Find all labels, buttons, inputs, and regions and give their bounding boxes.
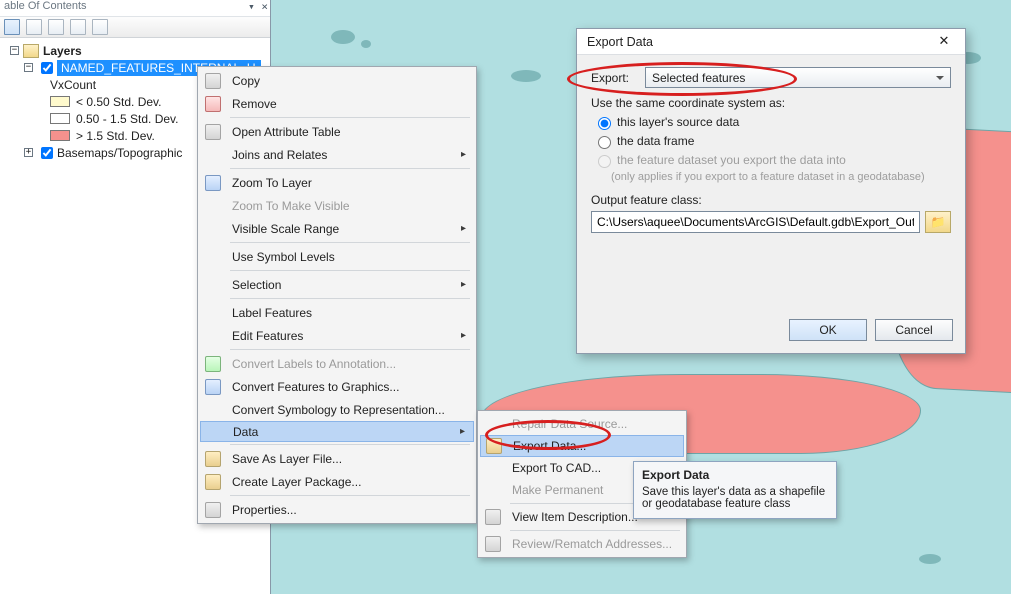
ctx-joins-relates[interactable]: Joins and Relates bbox=[200, 143, 474, 166]
class-swatch bbox=[50, 130, 70, 141]
toc-toolbar bbox=[0, 16, 270, 38]
output-path-input[interactable] bbox=[591, 211, 920, 233]
remove-icon bbox=[205, 96, 221, 112]
sub-export-data[interactable]: Export Data... bbox=[480, 435, 684, 457]
convert-features-icon bbox=[205, 379, 221, 395]
copy-icon bbox=[205, 73, 221, 89]
ctx-open-attribute-table[interactable]: Open Attribute Table bbox=[200, 120, 474, 143]
export-data-tooltip: Export Data Save this layer's data as a … bbox=[633, 461, 837, 519]
ctx-use-symbol-levels[interactable]: Use Symbol Levels bbox=[200, 245, 474, 268]
layer-visible-checkbox[interactable] bbox=[41, 147, 53, 159]
sub-repair-data-source: Repair Data Source... bbox=[480, 413, 684, 435]
export-data-dialog: Export Data ✕ Export: Selected features … bbox=[576, 28, 966, 354]
class-swatch bbox=[50, 96, 70, 107]
layer-context-menu[interactable]: Copy Remove Open Attribute Table Joins a… bbox=[197, 66, 477, 524]
field-label: VxCount bbox=[32, 78, 96, 92]
tooltip-body: Save this layer's data as a shapefile or… bbox=[642, 486, 828, 510]
ctx-create-layer-package[interactable]: Create Layer Package... bbox=[200, 470, 474, 493]
ctx-convert-symbology[interactable]: Convert Symbology to Representation... bbox=[200, 398, 474, 421]
options-icon[interactable] bbox=[92, 19, 108, 35]
class-label: 0.50 - 1.5 Std. Dev. bbox=[76, 112, 179, 126]
tooltip-title: Export Data bbox=[642, 468, 828, 482]
collapse-icon[interactable]: − bbox=[24, 63, 33, 72]
dialog-title: Export Data bbox=[587, 35, 653, 49]
coord-system-label: Use the same coordinate system as: bbox=[591, 96, 951, 110]
class-label: > 1.5 Std. Dev. bbox=[76, 129, 155, 143]
ctx-visible-scale-range[interactable]: Visible Scale Range bbox=[200, 217, 474, 240]
radio-data-frame[interactable]: the data frame bbox=[593, 133, 951, 149]
export-label: Export: bbox=[591, 71, 645, 85]
ctx-convert-features[interactable]: Convert Features to Graphics... bbox=[200, 375, 474, 398]
description-icon bbox=[485, 509, 501, 525]
folder-icon: 📁 bbox=[931, 215, 946, 229]
output-label: Output feature class: bbox=[591, 193, 951, 207]
ctx-properties[interactable]: Properties... bbox=[200, 498, 474, 521]
tree-root[interactable]: − Layers bbox=[4, 42, 270, 59]
list-by-visibility-icon[interactable] bbox=[48, 19, 64, 35]
ok-button[interactable]: OK bbox=[789, 319, 867, 341]
export-data-icon bbox=[486, 438, 502, 454]
ctx-remove[interactable]: Remove bbox=[200, 92, 474, 115]
radio-note: (only applies if you export to a feature… bbox=[611, 171, 951, 183]
list-by-drawing-order-icon[interactable] bbox=[4, 19, 20, 35]
ctx-zoom-to-visible: Zoom To Make Visible bbox=[200, 194, 474, 217]
radio-input[interactable] bbox=[598, 117, 611, 130]
save-icon bbox=[205, 451, 221, 467]
layers-label: Layers bbox=[43, 44, 82, 58]
list-by-selection-icon[interactable] bbox=[70, 19, 86, 35]
layers-icon bbox=[23, 44, 39, 58]
table-icon bbox=[205, 124, 221, 140]
ctx-edit-features[interactable]: Edit Features bbox=[200, 324, 474, 347]
zoom-icon bbox=[205, 175, 221, 191]
ctx-convert-labels: Convert Labels to Annotation... bbox=[200, 352, 474, 375]
ctx-label-features[interactable]: Label Features bbox=[200, 301, 474, 324]
package-icon bbox=[205, 474, 221, 490]
ctx-copy[interactable]: Copy bbox=[200, 69, 474, 92]
cancel-button[interactable]: Cancel bbox=[875, 319, 953, 341]
ctx-selection[interactable]: Selection bbox=[200, 273, 474, 296]
layer-label: Basemaps/Topographic bbox=[57, 146, 182, 160]
radio-feature-dataset: the feature dataset you export the data … bbox=[593, 152, 951, 168]
sub-review-rematch: Review/Rematch Addresses... bbox=[480, 533, 684, 555]
radio-input bbox=[598, 155, 611, 168]
expand-icon[interactable]: + bbox=[24, 148, 33, 157]
browse-button[interactable]: 📁 bbox=[925, 211, 951, 233]
export-value: Selected features bbox=[652, 71, 745, 85]
list-by-source-icon[interactable] bbox=[26, 19, 42, 35]
class-swatch bbox=[50, 113, 70, 124]
ctx-zoom-to-layer[interactable]: Zoom To Layer bbox=[200, 171, 474, 194]
ctx-save-as-layer-file[interactable]: Save As Layer File... bbox=[200, 447, 474, 470]
convert-labels-icon bbox=[205, 356, 221, 372]
collapse-icon[interactable]: − bbox=[10, 46, 19, 55]
review-icon bbox=[485, 536, 501, 552]
radio-input[interactable] bbox=[598, 136, 611, 149]
dialog-titlebar[interactable]: Export Data ✕ bbox=[577, 29, 965, 55]
class-label: < 0.50 Std. Dev. bbox=[76, 95, 162, 109]
radio-layer-source[interactable]: this layer's source data bbox=[593, 114, 951, 130]
toc-title: able Of Contents ▾ × bbox=[0, 0, 270, 16]
export-dropdown[interactable]: Selected features bbox=[645, 67, 951, 88]
layer-visible-checkbox[interactable] bbox=[41, 62, 53, 74]
properties-icon bbox=[205, 502, 221, 518]
toc-pin-close[interactable]: ▾ × bbox=[248, 0, 268, 13]
ctx-data[interactable]: Data bbox=[200, 421, 474, 442]
close-icon[interactable]: ✕ bbox=[929, 33, 959, 51]
